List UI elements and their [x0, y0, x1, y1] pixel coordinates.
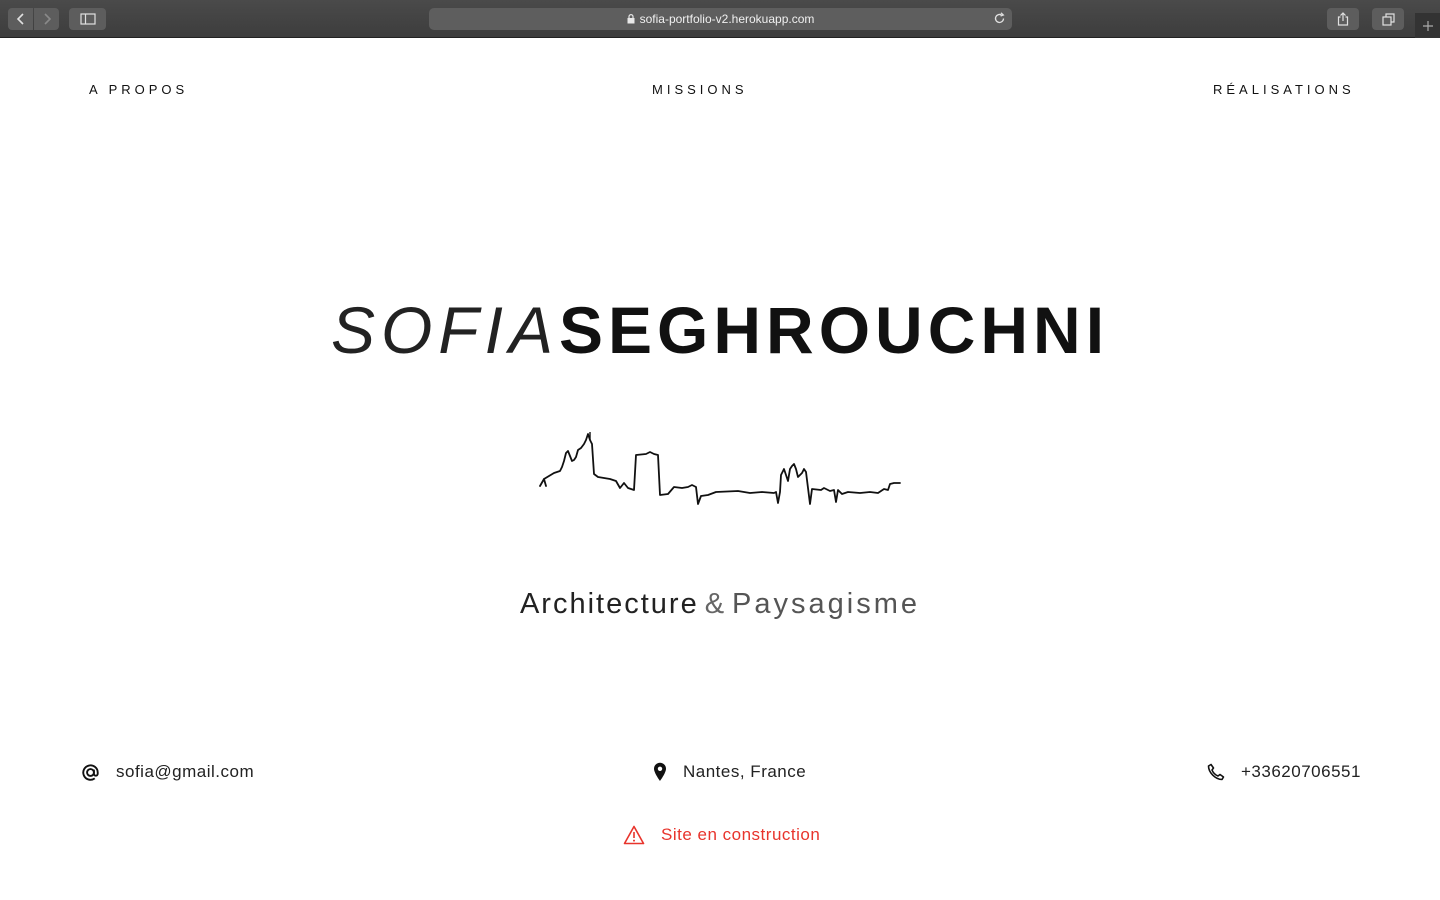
- nav-link-about[interactable]: A PROPOS: [89, 82, 188, 97]
- plus-icon: [1422, 20, 1433, 31]
- email-text[interactable]: sofia@gmail.com: [116, 762, 254, 782]
- contact-location: Nantes, France: [653, 762, 806, 782]
- address-bar[interactable]: sofia-portfolio-v2.herokuapp.com: [429, 8, 1012, 30]
- contact-phone[interactable]: +33620706551: [1207, 762, 1361, 782]
- skyline-illustration: [539, 432, 901, 505]
- chevron-right-icon: [43, 13, 51, 25]
- tabs-icon: [1381, 12, 1395, 26]
- phone-icon: [1207, 763, 1225, 781]
- chevron-left-icon: [16, 13, 24, 25]
- sidebar-icon: [79, 13, 96, 25]
- tagline-paysagisme: Paysagisme: [732, 588, 921, 620]
- phone-text[interactable]: +33620706551: [1241, 762, 1361, 782]
- nav-link-missions[interactable]: MISSIONS: [652, 82, 748, 97]
- sidebar-button[interactable]: [69, 8, 106, 30]
- construction-notice: Site en construction: [623, 825, 820, 845]
- url-text: sofia-portfolio-v2.herokuapp.com: [639, 12, 815, 26]
- construction-notice-text: Site en construction: [661, 825, 821, 844]
- share-icon: [1337, 12, 1349, 26]
- tagline: Architecture & Paysagisme: [0, 588, 1440, 621]
- tagline-architecture: Architecture: [519, 588, 699, 620]
- forward-button[interactable]: [34, 8, 59, 30]
- reload-icon[interactable]: [993, 12, 1006, 25]
- hero-first-name: SOFIA: [330, 293, 559, 367]
- hero-title: SOFIASEGHROUCHNI: [0, 292, 1440, 368]
- warning-triangle-icon: [623, 825, 645, 845]
- contact-email[interactable]: sofia@gmail.com: [81, 762, 254, 782]
- back-button[interactable]: [8, 8, 33, 30]
- tabs-button[interactable]: [1372, 8, 1404, 30]
- nav-link-realisations[interactable]: RÉALISATIONS: [1213, 82, 1355, 97]
- share-button[interactable]: [1327, 8, 1359, 30]
- browser-toolbar: sofia-portfolio-v2.herokuapp.com: [0, 0, 1440, 38]
- at-sign-icon: [81, 763, 100, 782]
- tagline-ampersand: &: [704, 588, 727, 620]
- map-pin-icon: [653, 762, 667, 782]
- lock-icon: [627, 14, 635, 24]
- hero-last-name: SEGHROUCHNI: [559, 293, 1110, 367]
- new-tab-button[interactable]: [1415, 13, 1440, 38]
- location-text: Nantes, France: [683, 762, 807, 781]
